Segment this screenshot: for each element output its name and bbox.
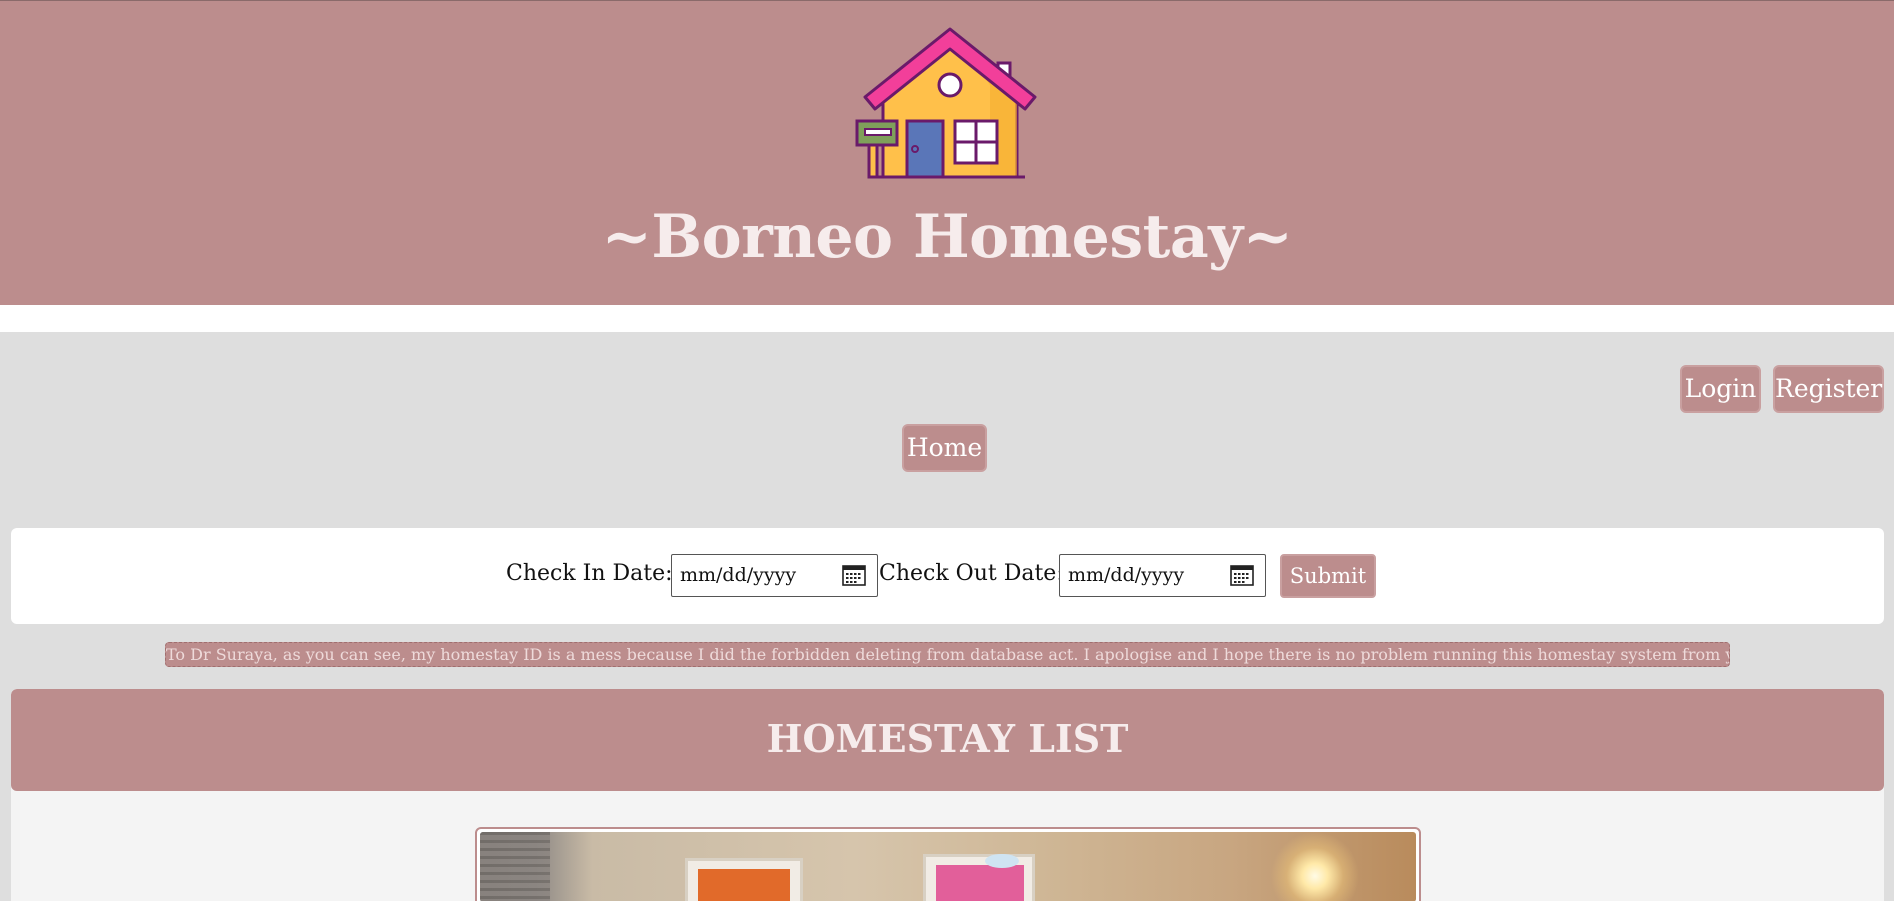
calendar-icon[interactable] bbox=[841, 563, 867, 587]
checkout-label: Check Out Date: bbox=[879, 561, 1064, 586]
submit-button[interactable]: Submit bbox=[1280, 554, 1376, 598]
login-button[interactable]: Login bbox=[1680, 365, 1761, 413]
register-button[interactable]: Register bbox=[1773, 365, 1884, 413]
calendar-icon[interactable] bbox=[1229, 563, 1255, 587]
site-header: ~Borneo Homestay~ bbox=[0, 0, 1894, 305]
checkin-label: Check In Date: bbox=[506, 561, 673, 586]
homestay-list-title: HOMESTAY LIST bbox=[766, 716, 1129, 761]
homestay-list-header: HOMESTAY LIST bbox=[11, 689, 1884, 791]
header-divider bbox=[0, 305, 1894, 332]
homestay-card[interactable] bbox=[475, 827, 1421, 901]
site-title: ~Borneo Homestay~ bbox=[601, 202, 1293, 272]
notice-banner: To Dr Suraya, as you can see, my homesta… bbox=[165, 642, 1730, 667]
house-icon bbox=[855, 27, 1037, 179]
homestay-photo[interactable] bbox=[480, 832, 1416, 901]
home-button[interactable]: Home bbox=[902, 424, 987, 472]
